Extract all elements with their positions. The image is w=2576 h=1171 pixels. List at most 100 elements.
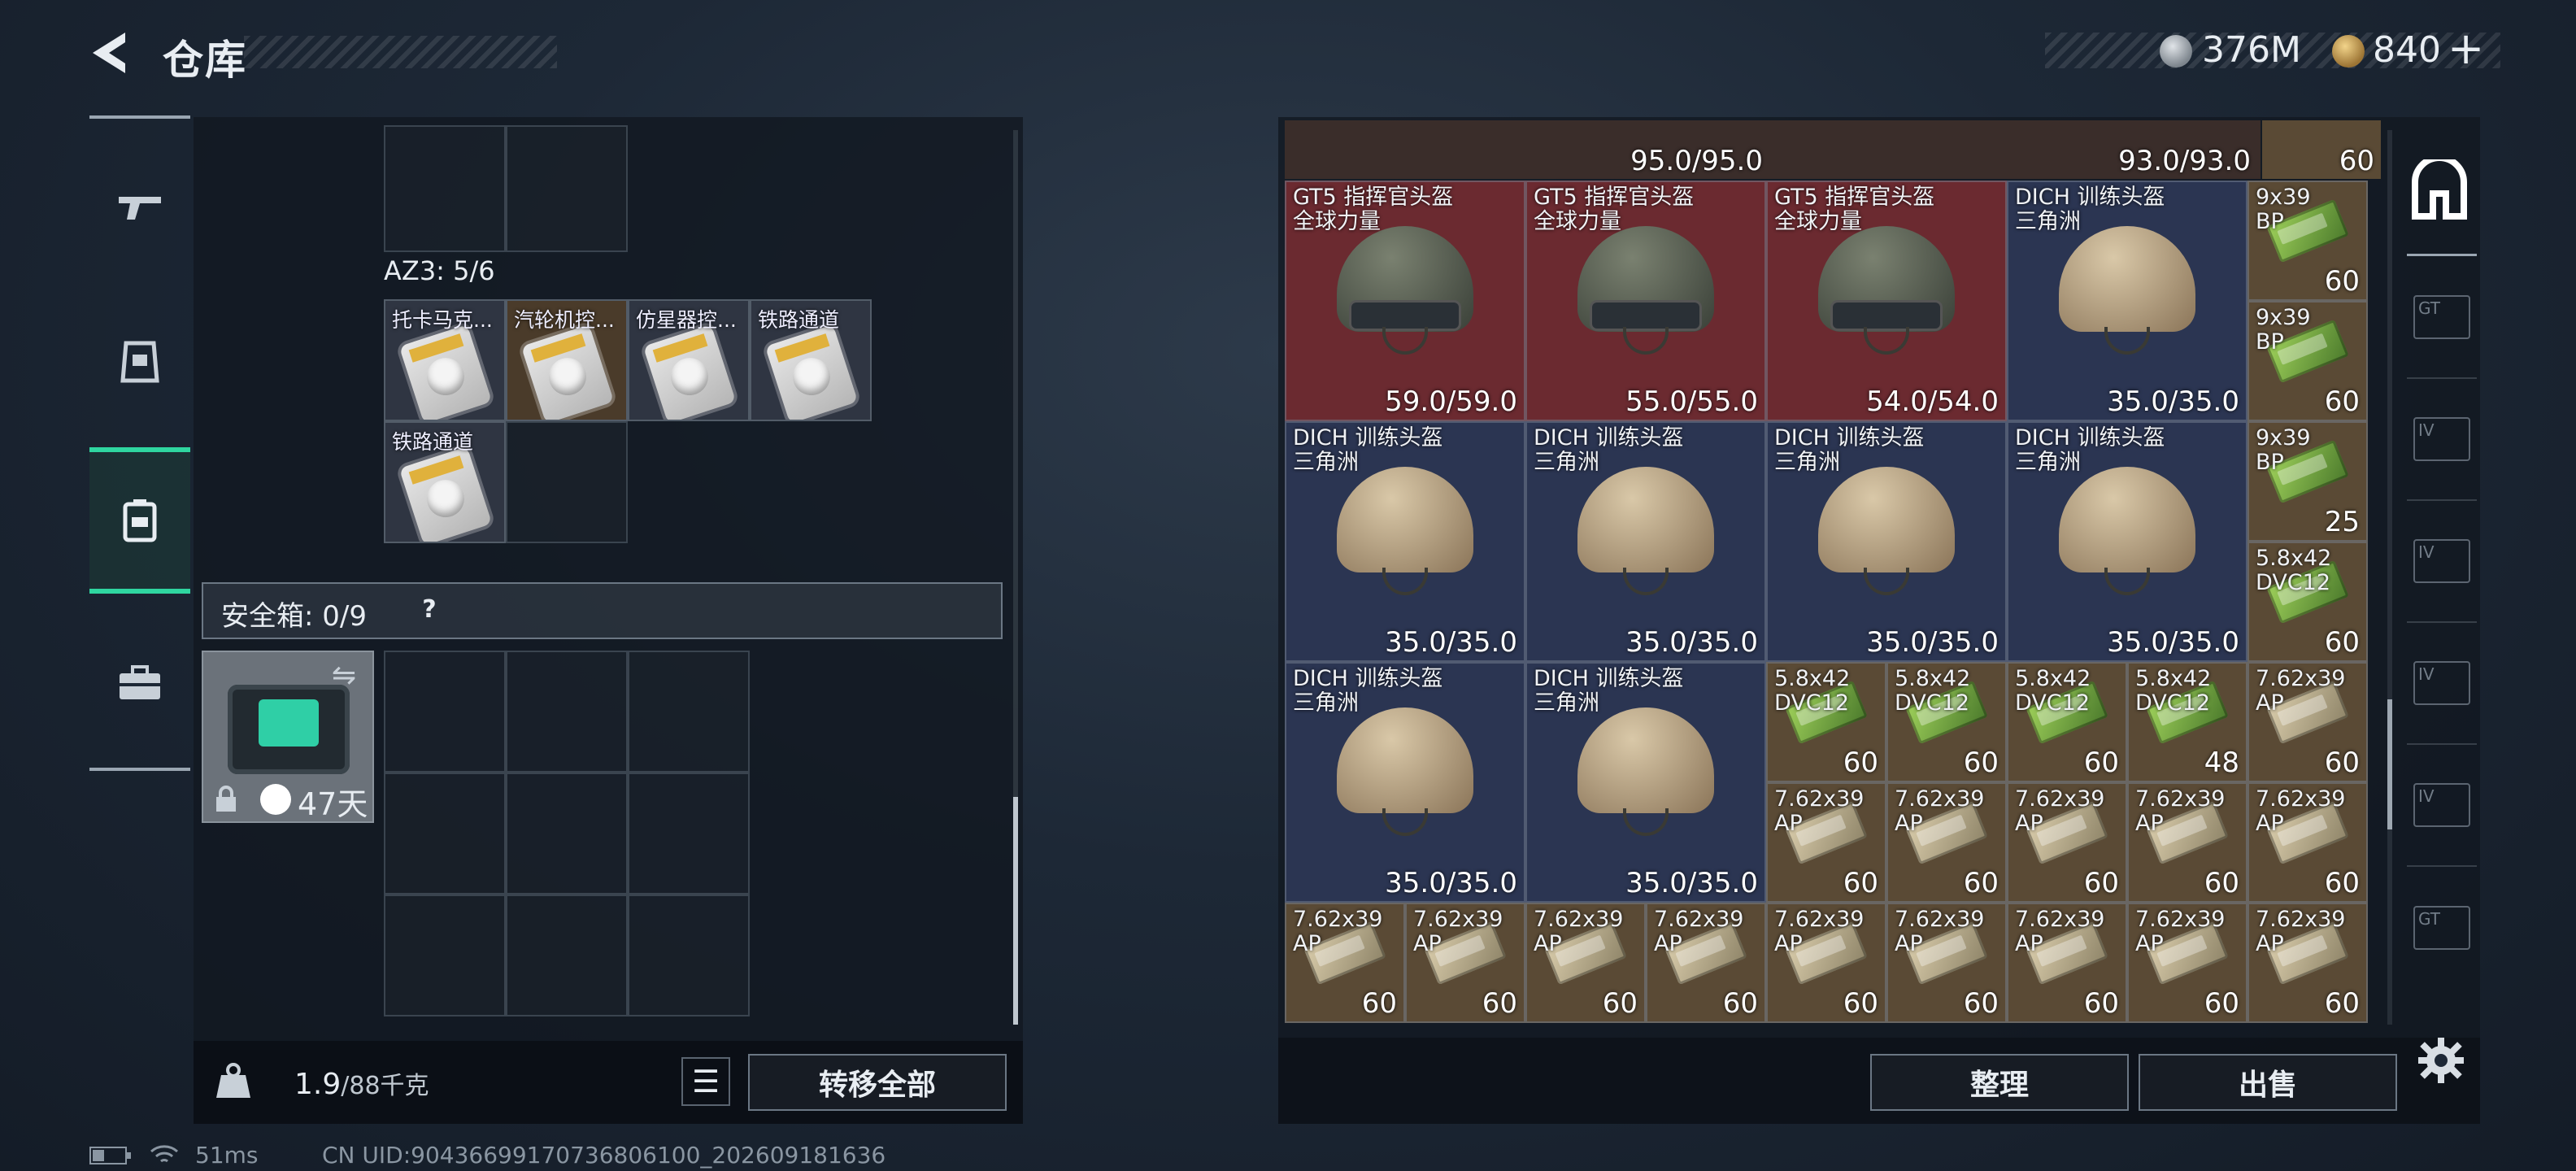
stash-tab[interactable]: IV bbox=[2407, 623, 2477, 745]
stash-item-partial[interactable]: 60 bbox=[2262, 120, 2381, 179]
gear-icon[interactable] bbox=[2417, 1036, 2465, 1085]
sidebar-item-weapons[interactable] bbox=[89, 135, 190, 281]
safe-slot[interactable] bbox=[628, 651, 750, 773]
ammo-item[interactable]: 5.8x42 DVC12 60 bbox=[2247, 542, 2368, 662]
item-name: 5.8x42 DVC12 bbox=[2015, 666, 2091, 716]
helmet-item[interactable]: GT5 指挥官头盔 全球力量 55.0/55.0 bbox=[1525, 181, 1766, 421]
keycard-icon bbox=[642, 324, 737, 420]
ammo-item[interactable]: 7.62x39 AP 60 bbox=[1766, 782, 1886, 903]
item-name: GT5 指挥官头盔 全球力量 bbox=[1534, 185, 1695, 234]
stash-tab[interactable]: GT bbox=[2407, 257, 2477, 379]
sidebar-divider bbox=[89, 768, 190, 771]
ammo-item[interactable]: 5.8x42 DVC12 60 bbox=[1766, 662, 1886, 782]
helmet-item[interactable]: GT5 指挥官头盔 全球力量 54.0/54.0 bbox=[1766, 181, 2007, 421]
item-name: 5.8x42 DVC12 bbox=[1895, 666, 1971, 716]
stash-tab[interactable]: GT bbox=[2407, 867, 2477, 989]
ammo-item[interactable]: 7.62x39 AP 60 bbox=[2247, 903, 2368, 1023]
stash-tab[interactable]: IV bbox=[2407, 379, 2477, 501]
helmet-item[interactable]: DICH 训练头盔 三角洲 35.0/35.0 bbox=[2007, 181, 2247, 421]
ammo-item[interactable]: 9x39 BP 25 bbox=[2247, 421, 2368, 542]
inventory-item[interactable]: 托卡马克... bbox=[384, 299, 506, 421]
helmet-item[interactable]: GT5 指挥官头盔 全球力量 59.0/59.0 bbox=[1285, 181, 1525, 421]
ammo-item[interactable]: 5.8x42 DVC12 48 bbox=[2127, 662, 2247, 782]
swap-icon[interactable]: ⇋ bbox=[332, 659, 356, 692]
safe-slot[interactable] bbox=[506, 773, 628, 895]
safe-slot[interactable] bbox=[628, 773, 750, 895]
right-scrollbar-track[interactable] bbox=[2387, 130, 2392, 1025]
ammo-item[interactable]: 9x39 BP 60 bbox=[2247, 181, 2368, 301]
empty-slot[interactable] bbox=[506, 125, 628, 252]
gun-icon bbox=[119, 197, 161, 220]
backpack-icon bbox=[123, 499, 157, 542]
ammo-item[interactable]: 7.62x39 AP 60 bbox=[1285, 903, 1405, 1023]
ammo-item[interactable]: 7.62x39 AP 60 bbox=[2007, 903, 2127, 1023]
ammo-item[interactable]: 7.62x39 AP 60 bbox=[2127, 782, 2247, 903]
inventory-item[interactable]: 仿星器控... bbox=[628, 299, 750, 421]
item-count: 60 bbox=[2324, 987, 2360, 1020]
ammo-item[interactable]: 7.62x39 AP 60 bbox=[1766, 903, 1886, 1023]
sell-button[interactable]: 出售 bbox=[2139, 1054, 2397, 1111]
ammo-item[interactable]: 7.62x39 AP 60 bbox=[1886, 782, 2007, 903]
stash-tab-icon: IV bbox=[2413, 539, 2470, 583]
helmet-item[interactable]: DICH 训练头盔 三角洲 35.0/35.0 bbox=[1525, 662, 1766, 903]
help-button[interactable]: ? bbox=[411, 591, 448, 629]
safe-slot[interactable] bbox=[506, 895, 628, 1016]
stash-tab-icon: IV bbox=[2413, 661, 2470, 705]
item-count: 60 bbox=[1963, 747, 1999, 779]
helmet-icon bbox=[2046, 462, 2208, 600]
stash-tab[interactable]: IV bbox=[2407, 745, 2477, 867]
safe-slot[interactable] bbox=[384, 773, 506, 895]
helmet-item[interactable]: DICH 训练头盔 三角洲 35.0/35.0 bbox=[1285, 421, 1525, 662]
helmet-icon bbox=[1564, 703, 1727, 841]
list-view-button[interactable]: ☰ bbox=[681, 1057, 730, 1106]
ammo-item[interactable]: 7.62x39 AP 60 bbox=[1646, 903, 1766, 1023]
helmet-item[interactable]: DICH 训练头盔 三角洲 35.0/35.0 bbox=[1285, 662, 1525, 903]
helmet-icon bbox=[1805, 462, 1968, 600]
add-currency-button[interactable]: + bbox=[2448, 26, 2484, 72]
ammo-item[interactable]: 7.62x39 AP 60 bbox=[1886, 903, 2007, 1023]
safe-slot[interactable] bbox=[384, 895, 506, 1016]
stash-logo-icon[interactable] bbox=[2407, 159, 2472, 224]
sidebar-item-backpack[interactable] bbox=[89, 447, 190, 594]
item-label: 仿星器控... bbox=[636, 308, 737, 332]
empty-slot[interactable] bbox=[384, 125, 506, 252]
empty-slot[interactable] bbox=[506, 421, 628, 543]
ammo-item[interactable]: 7.62x39 AP 60 bbox=[2247, 782, 2368, 903]
item-durability: 35.0/35.0 bbox=[1625, 867, 1758, 899]
inventory-item[interactable]: 汽轮机控... bbox=[506, 299, 628, 421]
helmet-item[interactable]: DICH 训练头盔 三角洲 35.0/35.0 bbox=[1766, 421, 2007, 662]
ammo-item[interactable]: 7.62x39 AP 60 bbox=[1525, 903, 1646, 1023]
right-scrollbar-thumb[interactable] bbox=[2387, 699, 2392, 829]
sidebar-item-toolbox[interactable] bbox=[89, 610, 190, 756]
ammo-item[interactable]: 7.62x39 AP 60 bbox=[1405, 903, 1525, 1023]
ammo-item[interactable]: 7.62x39 AP 60 bbox=[2007, 782, 2127, 903]
transfer-all-button[interactable]: 转移全部 bbox=[748, 1054, 1007, 1111]
item-count: 60 bbox=[2324, 747, 2360, 779]
ammo-item[interactable]: 5.8x42 DVC12 60 bbox=[1886, 662, 2007, 782]
safe-slot[interactable] bbox=[628, 895, 750, 1016]
ammo-item[interactable]: 9x39 BP 60 bbox=[2247, 301, 2368, 421]
ammo-item[interactable]: 7.62x39 AP 60 bbox=[2127, 903, 2247, 1023]
item-label: 托卡马克... bbox=[392, 308, 493, 332]
lock-icon bbox=[216, 786, 236, 812]
helmet-item[interactable]: DICH 训练头盔 三角洲 35.0/35.0 bbox=[1525, 421, 1766, 662]
ammo-item[interactable]: 5.8x42 DVC12 60 bbox=[2007, 662, 2127, 782]
organize-button[interactable]: 整理 bbox=[1870, 1054, 2129, 1111]
item-name: 5.8x42 DVC12 bbox=[2135, 666, 2212, 716]
item-count: 60 bbox=[1602, 987, 1638, 1020]
stash-tab[interactable]: IV bbox=[2407, 501, 2477, 623]
safe-slot[interactable] bbox=[506, 651, 628, 773]
back-arrow-icon[interactable] bbox=[88, 29, 135, 76]
helmet-item[interactable]: DICH 训练头盔 三角洲 35.0/35.0 bbox=[2007, 421, 2247, 662]
safe-slot[interactable] bbox=[384, 651, 506, 773]
sidebar-item-equipment[interactable] bbox=[89, 289, 190, 436]
inventory-item[interactable]: 铁路通道 bbox=[384, 421, 506, 543]
ammo-item[interactable]: 7.62x39 AP 60 bbox=[2247, 662, 2368, 782]
left-scrollbar-thumb[interactable] bbox=[1013, 797, 1018, 1025]
stash-row-partial: 95.0/95.0 93.0/93.0 bbox=[1285, 120, 2261, 179]
item-name: 7.62x39 AP bbox=[2135, 786, 2226, 836]
item-durability: 35.0/35.0 bbox=[1866, 626, 1999, 659]
keycard-icon bbox=[398, 446, 493, 542]
inventory-item[interactable]: 铁路通道 bbox=[750, 299, 872, 421]
item-name: 7.62x39 AP bbox=[1654, 907, 1744, 956]
